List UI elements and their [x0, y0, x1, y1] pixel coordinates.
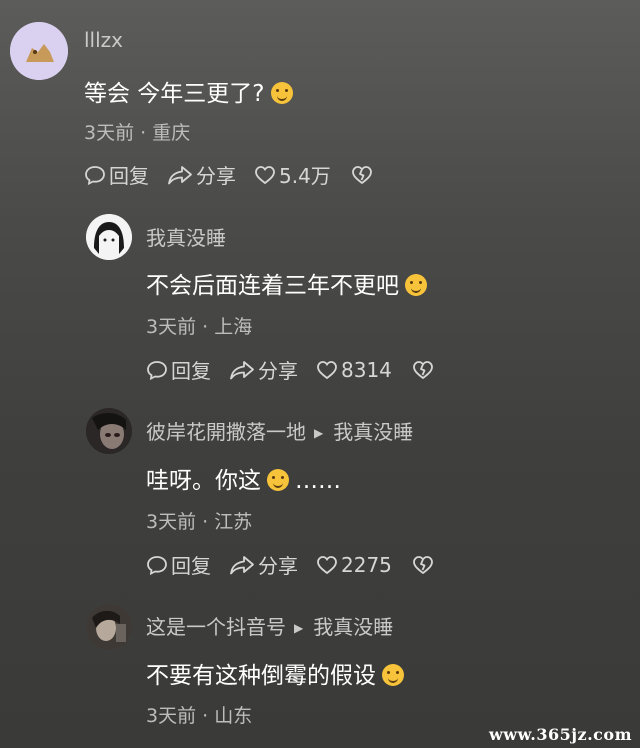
- comment-meta: 3天前 · 山东: [146, 705, 253, 727]
- comment-location: 重庆: [152, 122, 191, 144]
- like-button[interactable]: 8314: [316, 358, 392, 382]
- reply-label: 回复: [171, 554, 211, 578]
- comment-actions: 回复 分享 8314: [146, 355, 434, 384]
- comment-time: 3天前: [146, 316, 197, 338]
- broken-heart-icon: [413, 360, 433, 379]
- comment-time: 3天前: [146, 705, 197, 727]
- dislike-button[interactable]: [412, 554, 434, 576]
- share-icon: [230, 360, 254, 379]
- avatar-image: [86, 408, 132, 454]
- reply-author[interactable]: 彼岸花開撒落一地: [146, 420, 306, 444]
- comment-meta: 3天前 · 上海: [146, 316, 253, 338]
- avatar[interactable]: [10, 22, 68, 80]
- reply-button[interactable]: 回复: [84, 160, 149, 189]
- comment-username: 彼岸花開撒落一地 ▶ 我真没睡: [146, 416, 413, 445]
- reply-to-user[interactable]: 我真没睡: [333, 420, 413, 444]
- comment-text: 不要有这种倒霉的假设: [146, 656, 404, 690]
- comment-username[interactable]: lllzx: [84, 28, 123, 52]
- comment-meta: 3天前 · 江苏: [146, 511, 253, 533]
- laughing-emoji-icon: [405, 274, 427, 296]
- comment-location: 江苏: [214, 511, 253, 533]
- share-button[interactable]: 分享: [229, 550, 298, 579]
- comment-text: 不会后面连着三年不更吧: [146, 266, 427, 300]
- share-label: 分享: [258, 359, 298, 383]
- reply-icon: [147, 360, 167, 380]
- share-button[interactable]: 分享: [229, 355, 298, 384]
- comment-username: 这是一个抖音号 ▶ 我真没睡: [146, 611, 393, 640]
- comment-actions: 回复 分享 5.4万: [84, 160, 373, 189]
- laughing-emoji-icon: [382, 664, 404, 686]
- comment-username[interactable]: 我真没睡: [146, 222, 226, 251]
- avatar[interactable]: [86, 214, 132, 260]
- caret-right-icon: ▶: [314, 426, 324, 440]
- share-icon: [230, 555, 254, 574]
- share-button[interactable]: 分享: [167, 160, 236, 189]
- comment-location: 上海: [214, 316, 253, 338]
- reply-author[interactable]: 这是一个抖音号: [146, 615, 286, 639]
- comment-time: 3天前: [84, 122, 135, 144]
- comment-actions: 回复 分享 2275: [146, 550, 434, 579]
- share-label: 分享: [258, 554, 298, 578]
- comment-time: 3天前: [146, 511, 197, 533]
- watermark: www.365jz.com: [489, 725, 632, 744]
- dislike-button[interactable]: [412, 359, 434, 381]
- comment-text-content: 等会 今年三更了?: [84, 81, 265, 107]
- heart-icon: [317, 555, 337, 574]
- comment-text-content: 不会后面连着三年不更吧: [146, 273, 399, 299]
- dislike-button[interactable]: [351, 164, 373, 186]
- reply-icon: [85, 165, 105, 185]
- like-count: 5.4万: [279, 164, 331, 188]
- avatar-image: [10, 22, 68, 80]
- reply-icon: [147, 555, 167, 575]
- avatar[interactable]: [86, 408, 132, 454]
- reply-button[interactable]: 回复: [146, 355, 211, 384]
- broken-heart-icon: [413, 555, 433, 574]
- comment-location: 山东: [214, 705, 253, 727]
- comment-text: 哇呀。你这 ……: [146, 461, 341, 495]
- reply-to-user[interactable]: 我真没睡: [313, 615, 393, 639]
- caret-right-icon: ▶: [294, 621, 304, 635]
- comment-text: 等会 今年三更了?: [84, 74, 293, 108]
- heart-icon: [317, 360, 337, 379]
- like-button[interactable]: 2275: [316, 553, 392, 577]
- comment-meta: 3天前 · 重庆: [84, 122, 191, 144]
- comment-text-content: 哇呀。你这: [146, 468, 261, 494]
- avatar[interactable]: [86, 604, 132, 650]
- heart-icon: [255, 165, 275, 184]
- like-count: 2275: [341, 552, 392, 577]
- reply-button[interactable]: 回复: [146, 550, 211, 579]
- like-count: 8314: [341, 357, 392, 382]
- like-button[interactable]: 5.4万: [254, 160, 331, 189]
- avatar-image: [86, 214, 132, 260]
- reply-label: 回复: [171, 359, 211, 383]
- sweat-smile-emoji-icon: [267, 469, 289, 491]
- comment-text-suffix: ……: [295, 468, 341, 494]
- reply-label: 回复: [109, 164, 149, 188]
- broken-heart-icon: [351, 165, 372, 184]
- comment-text-content: 不要有这种倒霉的假设: [146, 663, 376, 689]
- share-label: 分享: [196, 164, 236, 188]
- avatar-image: [86, 604, 132, 650]
- smiling-emoji-icon: [270, 82, 293, 104]
- share-icon: [168, 165, 192, 184]
